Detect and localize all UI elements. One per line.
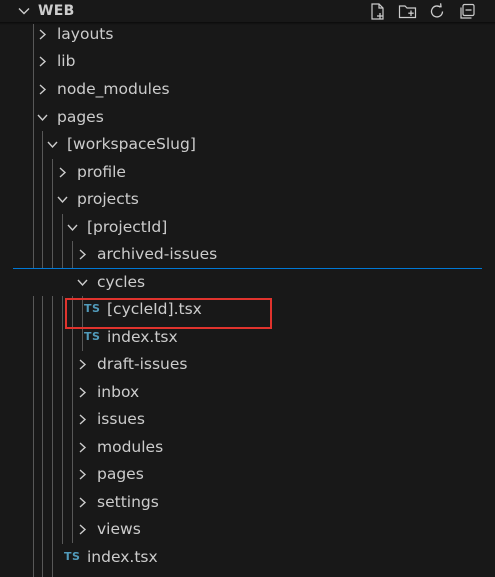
tree-item-label: [cycleId].tsx bbox=[107, 300, 202, 318]
typescript-file-icon: TS bbox=[84, 330, 101, 343]
tree-item-label: node_modules bbox=[57, 80, 170, 98]
tree-item-pages-sub[interactable]: pages bbox=[0, 461, 495, 488]
typescript-file-icon: TS bbox=[84, 302, 101, 315]
tree-item-pages[interactable]: pages bbox=[0, 104, 495, 131]
explorer-title: WEB bbox=[38, 3, 75, 19]
tree-item-label: modules bbox=[97, 438, 164, 456]
chevron-right-icon bbox=[39, 84, 47, 95]
tree-item-label: index.tsx bbox=[87, 548, 158, 566]
chevron-right-icon bbox=[79, 387, 87, 398]
tree-item-projects[interactable]: projects bbox=[0, 186, 495, 213]
tree-item-label: issues bbox=[97, 410, 145, 428]
header-actions bbox=[368, 2, 477, 21]
tree-item-archived-issues[interactable]: archived-issues bbox=[0, 241, 495, 268]
tree-item-label: settings bbox=[97, 493, 159, 511]
collapse-all-icon[interactable] bbox=[458, 2, 477, 21]
tree-item-label: archived-issues bbox=[97, 245, 218, 263]
refresh-icon[interactable] bbox=[428, 2, 447, 21]
chevron-right-icon bbox=[79, 414, 87, 425]
tree-item-label: layouts bbox=[57, 25, 114, 43]
tree-item-label: draft-issues bbox=[97, 355, 188, 373]
tree-item-project-id[interactable]: [projectId] bbox=[0, 214, 495, 241]
tree-item-cycle-id-file[interactable]: TS [cycleId].tsx bbox=[0, 296, 495, 323]
tree-item-cycles-index[interactable]: TS index.tsx bbox=[0, 324, 495, 351]
tree-item-label: [workspaceSlug] bbox=[67, 135, 196, 153]
tree-item-settings[interactable]: settings bbox=[0, 489, 495, 516]
explorer-header[interactable]: WEB bbox=[0, 0, 495, 22]
chevron-down-icon[interactable] bbox=[17, 4, 31, 18]
tree-item-node-modules[interactable]: node_modules bbox=[0, 76, 495, 103]
chevron-right-icon bbox=[39, 56, 47, 67]
chevron-right-icon bbox=[79, 442, 87, 453]
file-explorer: WEB layouts lib node_modules pages [work… bbox=[0, 0, 495, 577]
tree-item-label: lib bbox=[57, 52, 76, 70]
chevron-right-icon bbox=[79, 249, 87, 260]
tree-item-cycles[interactable]: cycles bbox=[0, 269, 495, 296]
tree-item-label: pages bbox=[97, 465, 144, 483]
chevron-right-icon bbox=[39, 29, 47, 40]
chevron-down-icon bbox=[67, 224, 78, 232]
tree-item-label: views bbox=[97, 520, 141, 538]
tree-item-lib[interactable]: lib bbox=[0, 48, 495, 75]
chevron-right-icon bbox=[79, 469, 87, 480]
tree-item-label: index.tsx bbox=[107, 328, 178, 346]
chevron-down-icon bbox=[77, 279, 88, 287]
tree-item-workspace-slug[interactable]: [workspaceSlug] bbox=[0, 131, 495, 158]
typescript-file-icon: TS bbox=[64, 550, 81, 563]
chevron-down-icon bbox=[47, 141, 58, 149]
tree-item-issues[interactable]: issues bbox=[0, 406, 495, 433]
chevron-down-icon bbox=[37, 114, 48, 122]
chevron-right-icon bbox=[59, 167, 67, 178]
chevron-down-icon bbox=[57, 196, 68, 204]
new-file-icon[interactable] bbox=[368, 2, 387, 21]
tree-item-label: cycles bbox=[97, 273, 146, 291]
tree-item-views[interactable]: views bbox=[0, 516, 495, 543]
chevron-right-icon bbox=[79, 497, 87, 508]
tree-item-workspace-index[interactable]: TS index.tsx bbox=[0, 544, 495, 571]
tree-item-label: profile bbox=[77, 163, 126, 181]
tree-item-profile[interactable]: profile bbox=[0, 159, 495, 186]
tree-item-label: projects bbox=[77, 190, 139, 208]
tree-item-layouts[interactable]: layouts bbox=[0, 21, 495, 48]
tree-item-label: pages bbox=[57, 108, 104, 126]
chevron-right-icon bbox=[79, 359, 87, 370]
new-folder-icon[interactable] bbox=[398, 2, 417, 21]
chevron-right-icon bbox=[79, 524, 87, 535]
tree-item-draft-issues[interactable]: draft-issues bbox=[0, 351, 495, 378]
tree-item-inbox[interactable]: inbox bbox=[0, 379, 495, 406]
tree-item-label: [projectId] bbox=[87, 218, 168, 236]
tree-item-modules[interactable]: modules bbox=[0, 434, 495, 461]
tree-item-label: inbox bbox=[97, 383, 140, 401]
